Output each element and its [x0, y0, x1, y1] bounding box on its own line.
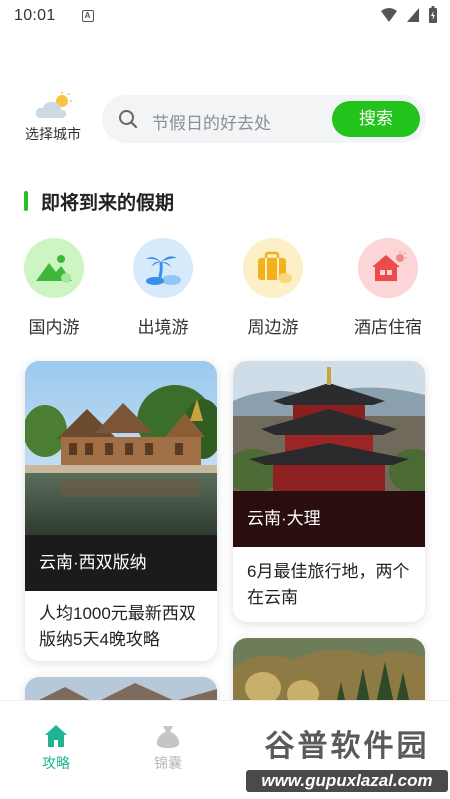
house-icon [372, 251, 407, 281]
card-location-tag: 云南·西双版纳 [25, 535, 217, 591]
category-icon-bg [24, 238, 84, 298]
category-domestic[interactable]: 国内游 [4, 238, 104, 338]
category-hotel[interactable]: 酒店住宿 [338, 238, 438, 338]
city-selector[interactable]: 选择城市 [20, 92, 86, 144]
category-label: 国内游 [28, 318, 80, 337]
category-nearby[interactable]: 周边游 [223, 238, 323, 338]
section-title: 即将到来的假期 [41, 192, 175, 214]
status-icons [380, 6, 438, 24]
nav-tab-guides[interactable]: 攻略 [16, 723, 96, 773]
nav-tab-tips[interactable]: 锦囊 [128, 723, 208, 773]
search-bar[interactable]: 节假日的好去处 搜索 [102, 95, 426, 143]
card-location-tag: 云南·大理 [233, 491, 425, 547]
battery-icon [429, 6, 437, 23]
watermark-url: www.gupuxlazal.com [246, 770, 448, 792]
card-image [233, 361, 425, 491]
category-label: 酒店住宿 [354, 318, 422, 337]
card-image [25, 361, 217, 535]
category-label: 周边游 [247, 318, 299, 337]
header: 选择城市 节假日的好去处 搜索 [0, 92, 450, 152]
card-title: 人均1000元最新西双版纳5天4晚攻略 [39, 604, 196, 649]
status-time: 10:01 [14, 7, 56, 24]
category-row: 国内游 出境游 周边游 酒店住宿 [0, 238, 450, 338]
bag-icon [156, 726, 180, 748]
search-icon [119, 110, 138, 129]
weather-cloud-icon [35, 92, 72, 118]
cellular-icon [407, 8, 419, 22]
status-bar: 10:01 A [0, 0, 450, 32]
watermark-title: 谷普软件园 [264, 730, 430, 763]
category-icon-bg [358, 238, 418, 298]
section-header: 即将到来的假期 [24, 188, 174, 214]
suitcase-icon [258, 251, 292, 283]
palm-island-icon [146, 256, 181, 285]
mountain-icon [36, 255, 72, 283]
nav-label: 锦囊 [154, 755, 182, 771]
category-icon-bg [133, 238, 193, 298]
category-label: 出境游 [137, 318, 189, 337]
nav-label: 攻略 [42, 755, 70, 771]
search-input[interactable]: 节假日的好去处 [152, 109, 271, 134]
category-outbound[interactable]: 出境游 [113, 238, 213, 338]
watermark: 谷普软件园 www.gupuxlazal.com [246, 726, 448, 794]
category-icon-bg [243, 238, 303, 298]
section-accent-bar [24, 191, 28, 211]
card-title: 6月最佳旅行地，两个在云南 [247, 562, 410, 607]
article-card[interactable]: 云南·大理 6月最佳旅行地，两个在云南 [233, 361, 425, 622]
notification-a-icon: A [81, 10, 94, 22]
search-button[interactable]: 搜索 [332, 101, 420, 137]
home-icon [45, 725, 67, 747]
signal-icon [381, 8, 397, 22]
city-label: 选择城市 [25, 126, 81, 142]
article-card[interactable]: 云南·西双版纳 人均1000元最新西双版纳5天4晚攻略 [25, 361, 217, 661]
